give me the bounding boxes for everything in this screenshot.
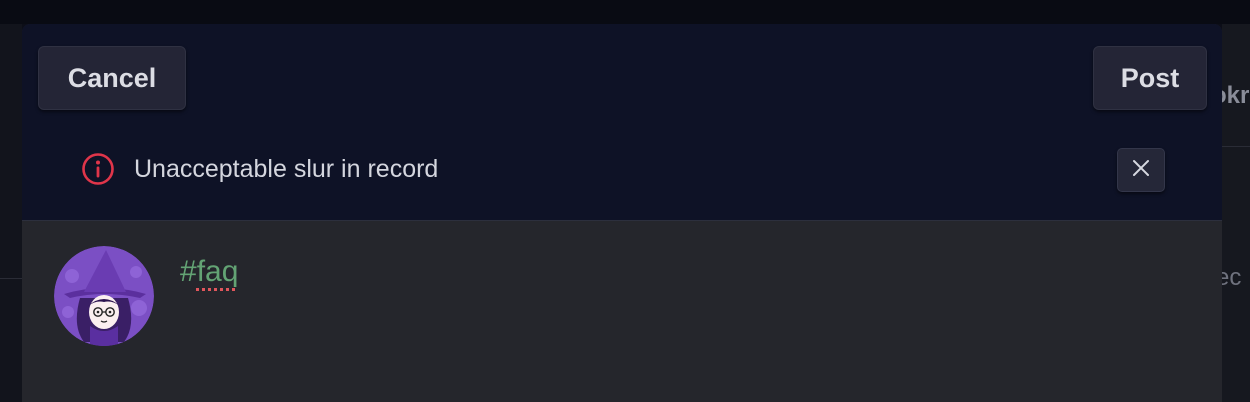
background-divider — [0, 278, 22, 279]
post-button[interactable]: Post — [1093, 46, 1207, 110]
composer-modal: Cancel Post Unacceptable slur in record — [22, 24, 1222, 402]
background-divider — [1222, 146, 1250, 147]
alert-message: Unacceptable slur in record — [134, 155, 439, 183]
background-left-panel — [0, 24, 22, 402]
background-top-strip — [0, 0, 1250, 24]
hashtag-word: faq — [196, 255, 239, 288]
info-circle-icon — [81, 152, 115, 186]
background-right-panel — [1222, 24, 1250, 402]
alert-close-button[interactable] — [1117, 148, 1165, 192]
cancel-button[interactable]: Cancel — [38, 46, 186, 110]
hashtag-symbol: # — [180, 255, 197, 288]
close-icon — [1131, 158, 1151, 183]
composer-header: Cancel Post Unacceptable slur in record — [22, 24, 1222, 221]
avatar[interactable] — [54, 246, 154, 346]
post-text-input[interactable]: #faq — [180, 252, 238, 292]
